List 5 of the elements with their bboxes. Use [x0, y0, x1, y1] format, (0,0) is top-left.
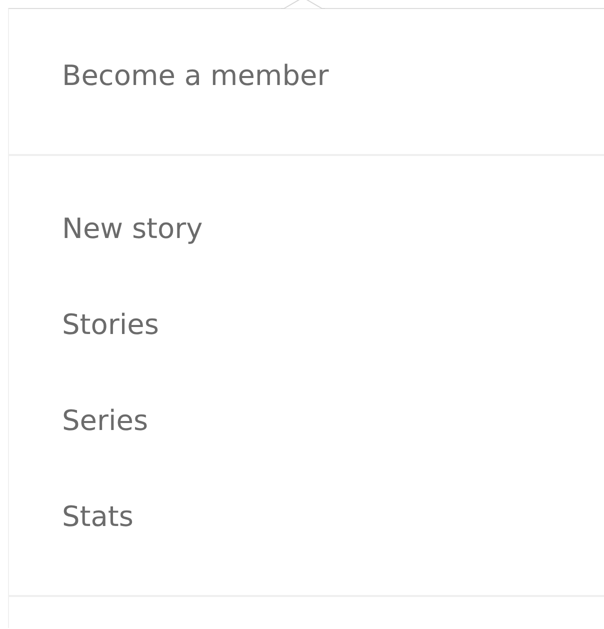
menu-item[interactable]: Become a member	[9, 28, 329, 124]
menu-item[interactable]: Stories	[9, 277, 159, 373]
menu-item[interactable]: Series	[9, 373, 148, 469]
menu-item[interactable]: New story	[9, 181, 203, 277]
menu-item[interactable]: Stats	[9, 469, 134, 565]
